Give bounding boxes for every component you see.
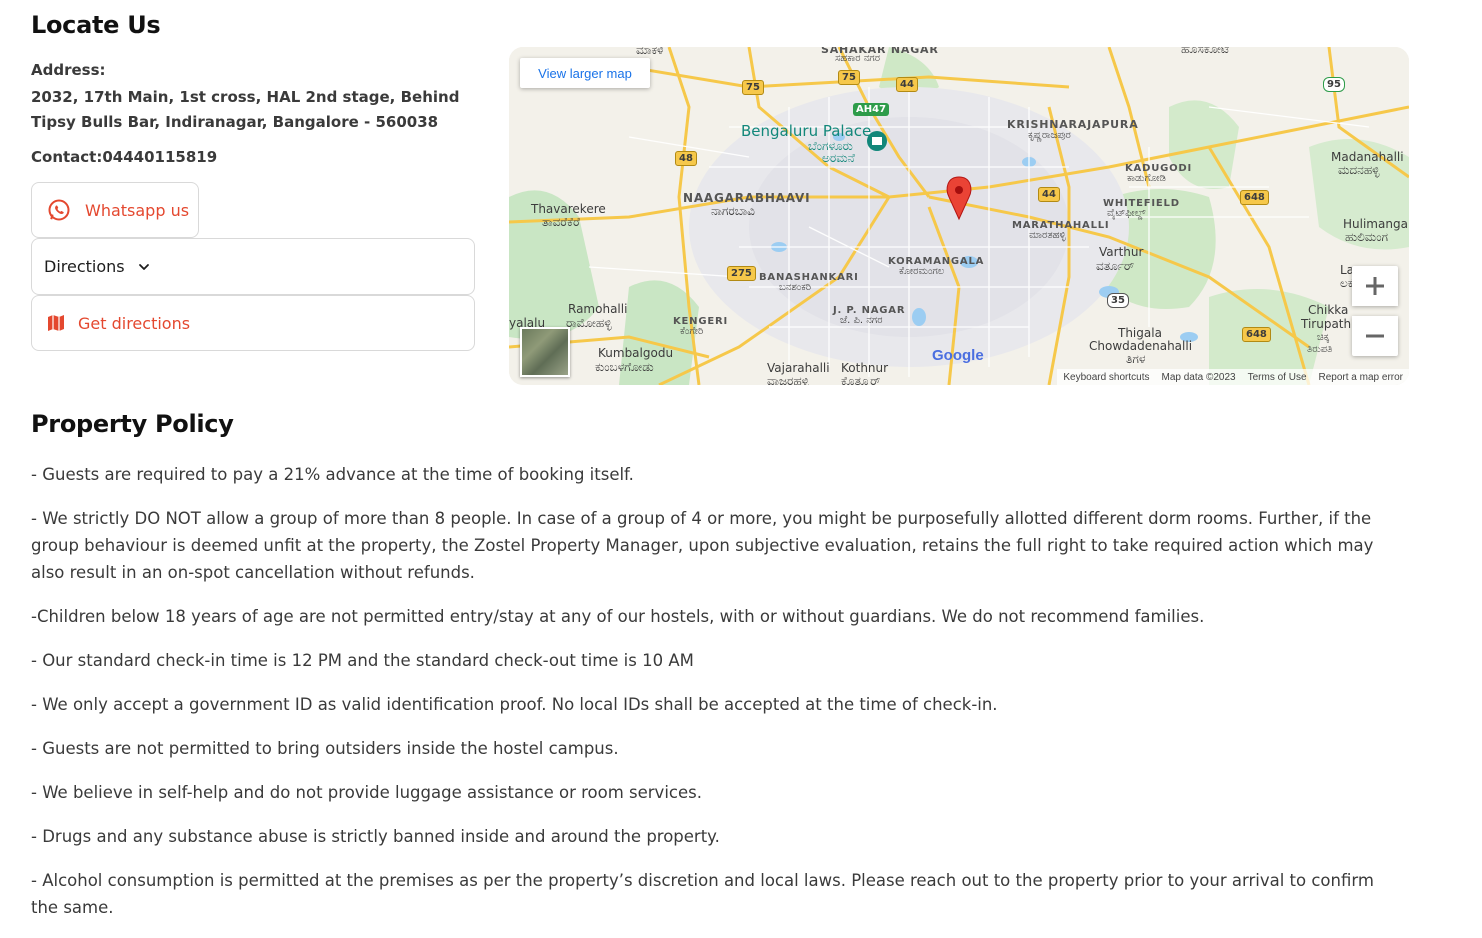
map-label: ತಾವರೆಕೆರೆ: [542, 215, 580, 229]
contact-number: Contact:04440115819: [31, 148, 218, 166]
road-shield: 48: [675, 151, 697, 166]
map-label: ನಾಗರಬಾವಿ: [711, 204, 755, 218]
road-shield: 275: [727, 266, 756, 281]
policy-item: - We only accept a government ID as vali…: [31, 695, 998, 714]
road-shield: 44: [896, 77, 918, 92]
road-shield: 95: [1323, 77, 1345, 92]
policy-item: -Children below 18 years of age are not …: [31, 607, 1205, 626]
whatsapp-button[interactable]: Whatsapp us: [31, 182, 199, 238]
map-label: ಕುಂಬಳಗೋಡು: [595, 360, 654, 374]
road-shield: AH47: [853, 103, 890, 116]
road-shield: 75: [838, 70, 860, 85]
map-label: ಹುಲಿಮಂಗ: [1345, 230, 1388, 244]
road-shield: 35: [1107, 293, 1129, 308]
get-directions-button[interactable]: Get directions: [31, 295, 475, 351]
policy-item: - Drugs and any substance abuse is stric…: [31, 827, 720, 846]
view-larger-map-link[interactable]: View larger map: [520, 58, 650, 88]
policy-item: - We strictly DO NOT allow a group of mo…: [31, 509, 1374, 582]
get-directions-label: Get directions: [78, 313, 191, 333]
directions-dropdown[interactable]: Directions: [31, 238, 475, 295]
map-label: ವೈಟ್‌ಫೀಲ್ಡ್: [1107, 208, 1146, 219]
map-label: ಕಾಡುಗೋಡಿ: [1127, 173, 1166, 184]
embedded-map[interactable]: 75 75 44 AH47 48 44 648 95 275 35 648 SA…: [509, 47, 1409, 385]
map-label: Bengaluru Palace: [741, 122, 872, 140]
map-canvas: [509, 47, 1409, 385]
map-footer: Keyboard shortcuts Map data ©2023 Terms …: [1057, 369, 1409, 385]
map-label: Kumbalgodu: [598, 346, 674, 360]
map-label: ಮಾರತಹಳ್ಳಿ: [1029, 230, 1066, 241]
google-logo-text: Google: [932, 347, 984, 364]
map-label: ಜೆ. ಪಿ. ನಗರ: [840, 315, 883, 326]
map-label: ರಾಮೋಹಳ್ಳಿ: [566, 316, 612, 330]
map-data-text: Map data ©2023: [1161, 371, 1236, 383]
policy-item: - Our standard check-in time is 12 PM an…: [31, 651, 694, 670]
policy-list: - Guests are required to pay a 21% advan…: [31, 461, 1376, 938]
terms-of-use-link[interactable]: Terms of Use: [1242, 372, 1313, 383]
map-icon: [46, 313, 66, 333]
road-shield: 648: [1240, 190, 1269, 205]
map-label: ಕೋರಮಂಗಲ: [899, 266, 945, 277]
zoom-in-button[interactable]: [1352, 266, 1398, 306]
map-label: ವರ್ತೂರ್: [1096, 259, 1135, 273]
chevron-down-icon: [137, 260, 151, 274]
report-map-error-link[interactable]: Report a map error: [1313, 372, 1409, 383]
zoom-out-button[interactable]: [1352, 316, 1398, 356]
whatsapp-button-label: Whatsapp us: [85, 200, 190, 220]
whatsapp-icon: [47, 198, 71, 222]
policy-item: - We believe in self-help and do not pro…: [31, 783, 702, 802]
map-label: Varthur: [1099, 245, 1144, 259]
directions-label: Directions: [44, 257, 125, 276]
address-text: 2032, 17th Main, 1st cross, HAL 2nd stag…: [31, 88, 460, 131]
map-label: ತಿಗಳ: [1126, 352, 1146, 366]
minus-icon: [1364, 325, 1386, 347]
policy-item: - Guests are required to pay a 21% advan…: [31, 465, 634, 484]
satellite-layer-toggle[interactable]: [520, 327, 570, 377]
road-shield: 44: [1038, 187, 1060, 202]
page: Locate Us Address: 2032, 17th Main, 1st …: [0, 0, 1482, 917]
map-label: ತಿರುಪತಿ: [1307, 344, 1333, 355]
map-label: Tirupathi: [1301, 317, 1355, 331]
map-label: Chikka: [1308, 303, 1349, 317]
locate-us-title: Locate Us: [31, 11, 161, 39]
map-label: Ramohalli: [568, 302, 628, 316]
map-label: ಕೃಷ್ಣರಾಜಪುರ: [1028, 130, 1071, 141]
map-label: ಕೊತ್ನೂರ್: [841, 374, 881, 386]
policy-item: - Guests are not permitted to bring outs…: [31, 739, 619, 758]
road-shield: 75: [742, 80, 764, 95]
map-label: ಮದನಹಳ್ಳಿ: [1338, 163, 1380, 177]
map-label: ಕೆಂಗೇರಿ: [680, 326, 704, 337]
property-policy-title: Property Policy: [31, 410, 234, 438]
map-label: ಮಾಕಳಿ: [636, 47, 664, 57]
policy-item: - Alcohol consumption is permitted at th…: [31, 871, 1374, 917]
google-logo: Google: [932, 347, 984, 364]
plus-icon: [1364, 275, 1386, 297]
road-shield: 648: [1242, 327, 1271, 342]
address-label: Address:: [31, 61, 106, 79]
keyboard-shortcuts-link[interactable]: Keyboard shortcuts: [1057, 372, 1155, 383]
map-label: ವಾಜರಹಳ್ಳಿ: [767, 374, 809, 386]
map-label: ಹೊಸಕೋಟೆ: [1181, 47, 1230, 56]
map-label: ಬನಶಂಕರಿ: [779, 282, 812, 293]
map-label: ಅರಮನೆ: [822, 151, 855, 165]
map-label: ಸಹಕಾರ ನಗರ: [835, 53, 880, 64]
map-label: KRISHNARAJAPURA: [1007, 118, 1139, 131]
